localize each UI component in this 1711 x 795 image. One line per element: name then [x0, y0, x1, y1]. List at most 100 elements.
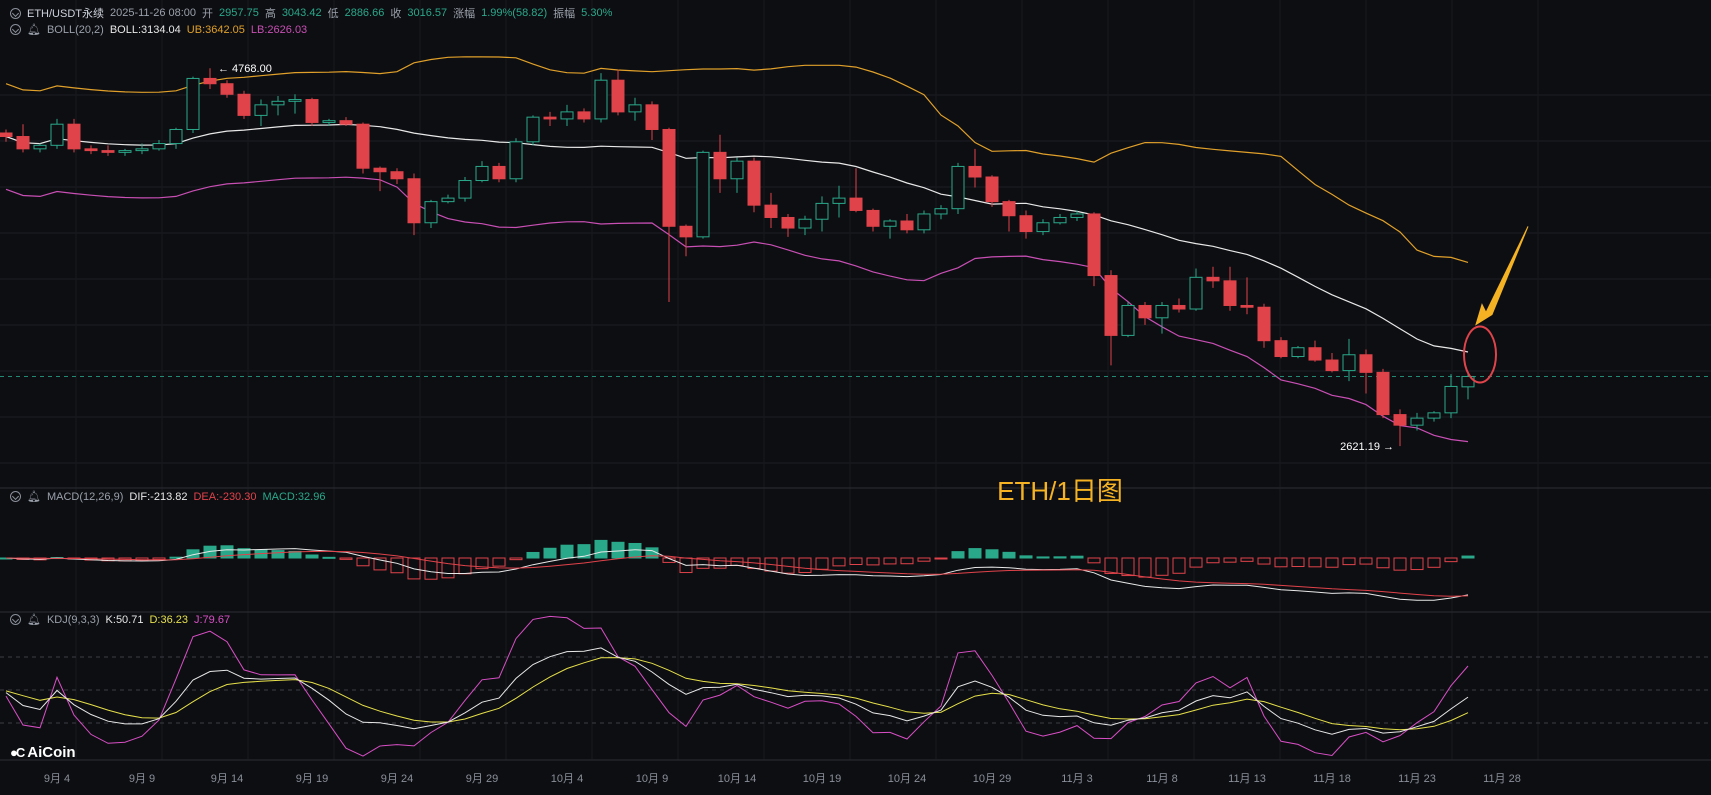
x-tick-label: 11月 28	[1483, 773, 1521, 785]
macd-dif: DIF:-213.82	[129, 490, 188, 503]
candle-body	[1427, 412, 1441, 419]
candle-body	[356, 123, 370, 169]
high-label: 高	[264, 8, 276, 20]
candle	[1206, 266, 1220, 288]
chevron-down-icon[interactable]	[10, 614, 21, 625]
macd-bar	[526, 551, 540, 559]
aicoin-logo: ●C AiCoin	[10, 744, 76, 761]
candle	[1257, 303, 1271, 348]
x-tick-label: 10月 19	[803, 773, 842, 785]
macd-bar	[1342, 557, 1356, 566]
bell-icon[interactable]: 🔔︎	[27, 613, 41, 626]
x-tick-label: 9月 19	[296, 773, 328, 785]
macd-bar	[356, 557, 370, 567]
candle	[1427, 411, 1441, 422]
candle-body	[866, 209, 880, 227]
candle	[33, 143, 47, 153]
macd-bar	[594, 539, 608, 559]
candle-body	[917, 213, 931, 231]
candle-body	[1070, 213, 1084, 218]
macd-bar	[1002, 551, 1016, 559]
candle-body	[543, 116, 557, 120]
close-label: 收	[390, 8, 402, 20]
candle	[526, 115, 540, 146]
candle	[237, 90, 251, 119]
macd-bar	[917, 557, 931, 562]
macd-bar	[271, 550, 285, 559]
candle-body	[1155, 304, 1169, 319]
macd-bar	[1444, 557, 1458, 563]
candle-body	[696, 151, 710, 238]
macd-label: MACD(12,26,9)	[46, 490, 124, 503]
chart-canvas[interactable]: ← 4768.00 2621.19 → ETH/1日图 9月 4 9月 9 9月 14 9月…	[0, 0, 1711, 795]
x-tick-label: 11月 18	[1313, 773, 1351, 785]
macd-bar	[900, 557, 914, 565]
candle-body	[441, 197, 455, 203]
macd-bar	[1189, 557, 1203, 568]
macd-bar	[305, 554, 319, 559]
candle-body	[492, 165, 506, 180]
candle-body	[424, 201, 438, 224]
macd-bar	[1223, 557, 1237, 563]
x-tick-label: 10月 14	[718, 773, 757, 785]
macd-bar	[815, 557, 829, 570]
chevron-down-icon[interactable]	[10, 491, 21, 502]
candle-body	[458, 180, 472, 199]
candle-body	[1359, 354, 1373, 373]
candle-body	[560, 111, 574, 120]
candle	[849, 168, 863, 213]
candle	[1274, 337, 1288, 359]
macd-bar	[883, 557, 897, 565]
macd-bar	[1257, 557, 1271, 565]
candle	[458, 177, 472, 202]
macd-bar	[713, 557, 727, 569]
low-marker-label: 2621.19 →	[1340, 441, 1394, 453]
low-label: 低	[327, 8, 339, 20]
chevron-down-icon[interactable]	[10, 7, 21, 19]
candle-body	[1087, 213, 1101, 277]
macd-bar	[1325, 557, 1339, 568]
candle-body	[1257, 306, 1271, 342]
chevron-down-icon[interactable]	[10, 24, 21, 35]
kdj-k-line	[5, 647, 1469, 735]
bell-icon[interactable]: 🔔︎	[27, 23, 41, 36]
macd-bar	[1308, 557, 1322, 568]
kdj-j-line	[5, 615, 1469, 757]
candle	[679, 224, 693, 257]
candle	[900, 213, 914, 234]
macd-bar	[1172, 557, 1186, 574]
x-tick-label: 10月 24	[888, 773, 927, 785]
macd-bar	[968, 548, 982, 559]
candle	[271, 96, 285, 116]
candle	[169, 127, 183, 149]
x-tick-label: 11月 3	[1061, 773, 1093, 785]
kdj-j: J:79.67	[194, 613, 231, 626]
macd-bar	[1104, 557, 1118, 574]
macd-legend: 🔔︎ MACD(12,26,9) DIF:-213.82 DEA:-230.30…	[10, 490, 325, 503]
change-value: 1.99%(58.82)	[481, 7, 548, 19]
kdj-d: D:36.23	[149, 613, 188, 626]
candle	[1104, 270, 1118, 366]
x-tick-label: 11月 13	[1228, 773, 1266, 785]
macd-bar	[1053, 556, 1067, 559]
candle	[152, 140, 166, 151]
candle-body	[951, 165, 965, 210]
macd-bar	[509, 557, 523, 561]
candle	[492, 162, 506, 183]
candle	[16, 124, 30, 153]
candle-body	[1019, 215, 1033, 233]
candle-body	[1002, 201, 1016, 217]
x-tick-label: 9月 29	[466, 773, 498, 785]
candle-body	[1223, 280, 1237, 306]
candle-body	[1291, 347, 1305, 358]
candle-body	[1189, 276, 1203, 310]
high-marker-label: ← 4768.00	[218, 63, 272, 75]
x-tick-label: 11月 23	[1398, 773, 1436, 785]
macd-bar	[798, 557, 812, 573]
logo-text: AiCoin	[27, 744, 76, 761]
low-value: 2886.66	[344, 7, 385, 19]
candle-body	[968, 165, 982, 178]
x-tick-label: 10月 4	[551, 773, 583, 785]
bell-icon[interactable]: 🔔︎	[27, 490, 41, 503]
candle-body	[390, 171, 404, 180]
